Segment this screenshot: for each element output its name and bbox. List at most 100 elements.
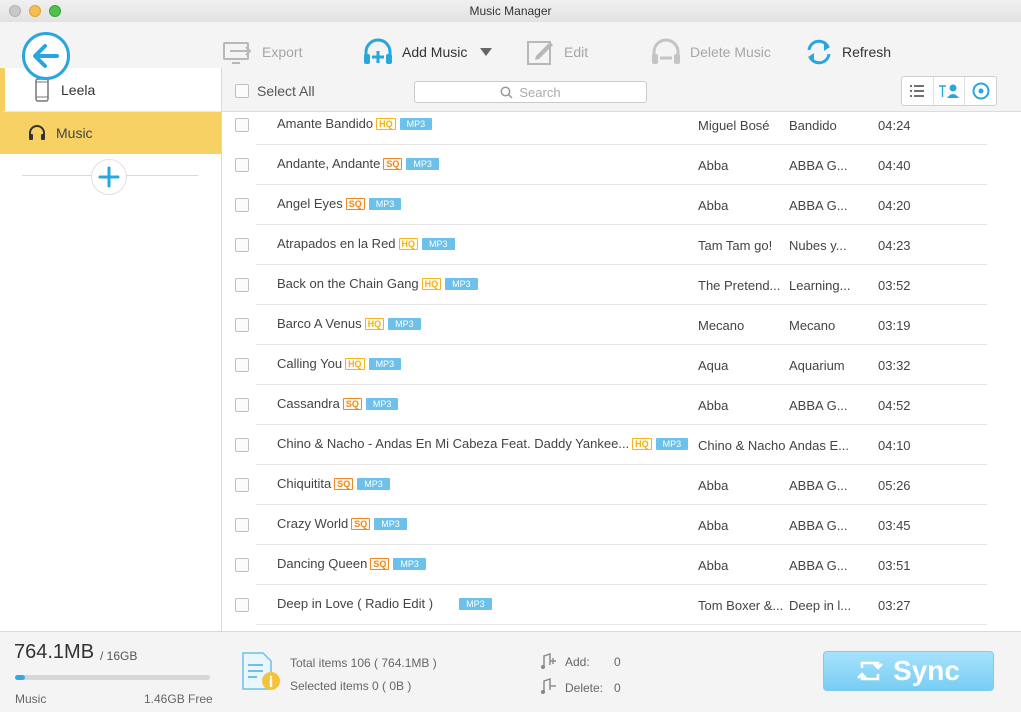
- row-checkbox[interactable]: [235, 238, 249, 252]
- add-music-label: Add Music: [402, 44, 468, 60]
- duration-cell: 03:27: [878, 598, 911, 613]
- format-badge: MP3: [393, 557, 426, 570]
- format-badge: MP3: [655, 437, 689, 450]
- duration-cell: 04:23: [878, 238, 911, 253]
- table-row[interactable]: Back on the Chain Gang HQ MP3 The Pretend..…: [222, 265, 1021, 305]
- table-row[interactable]: Deep in Love ( Radio Edit ) MP3 Tom Boxer …: [222, 585, 1021, 625]
- row-checkbox[interactable]: [235, 278, 249, 292]
- song-title: Amante Bandido: [277, 116, 374, 131]
- export-button[interactable]: Export: [222, 36, 302, 68]
- song-title-cell: Andante, Andante SQ MP3: [277, 156, 439, 171]
- table-row[interactable]: Atrapados en la Red HQ MP3 Tam Tam go! Nubes…: [222, 225, 1021, 265]
- quality-badge: SQ: [345, 197, 365, 210]
- format-badge: MP3: [374, 517, 407, 530]
- album-cell: ABBA G...: [789, 518, 848, 533]
- album-view-icon: [972, 82, 990, 100]
- add-music-button[interactable]: Add Music: [362, 36, 501, 68]
- table-row[interactable]: Amante Bandido HQ MP3 Miguel Bosé Bandido 04:…: [222, 105, 1021, 145]
- format-badge: MP3: [368, 197, 402, 210]
- back-button[interactable]: [22, 32, 70, 80]
- refresh-icon: [807, 39, 831, 65]
- table-row[interactable]: Barco A Venus HQ MP3 Mecano Mecano 03:19: [222, 305, 1021, 345]
- duration-cell: 04:20: [878, 198, 911, 213]
- row-checkbox[interactable]: [235, 118, 249, 132]
- duration-cell: 03:19: [878, 318, 911, 333]
- album-cell: Andas E...: [789, 438, 849, 453]
- search-input[interactable]: Search: [414, 81, 647, 103]
- duration-cell: 04:10: [878, 438, 911, 453]
- row-checkbox[interactable]: [235, 358, 249, 372]
- song-title-cell: Cassandra SQ MP3: [277, 396, 399, 411]
- maximize-window-button[interactable]: [49, 5, 61, 17]
- table-row[interactable]: Cassandra SQ MP3 Abba ABBA G... 04:52: [222, 385, 1021, 425]
- album-cell: ABBA G...: [789, 398, 848, 413]
- row-checkbox[interactable]: [235, 158, 249, 172]
- format-badge: MP3: [368, 357, 402, 370]
- song-title-cell: Back on the Chain Gang HQ MP3: [277, 276, 478, 291]
- artist-view-icon: [939, 84, 959, 98]
- storage-category: Music: [15, 692, 47, 706]
- close-window-button[interactable]: [9, 5, 21, 17]
- view-switcher: [901, 76, 997, 106]
- table-row[interactable]: Dancing Queen SQ MP3 Abba ABBA G... 03:51: [222, 545, 1021, 585]
- select-all[interactable]: Select All: [235, 83, 315, 99]
- table-row[interactable]: Andante, Andante SQ MP3 Abba ABBA G... 04:40: [222, 145, 1021, 185]
- album-cell: Deep in l...: [789, 598, 852, 613]
- format-badge: MP3: [422, 237, 455, 250]
- list-view-button[interactable]: [902, 77, 934, 105]
- edit-label: Edit: [564, 44, 589, 60]
- song-title: Chiquitita: [277, 476, 332, 491]
- music-add-icon: [541, 653, 556, 669]
- album-cell: Bandido: [789, 118, 837, 133]
- table-row[interactable]: Angel Eyes SQ MP3 Abba ABBA G... 04:20: [222, 185, 1021, 225]
- quality-badge: HQ: [398, 237, 419, 250]
- select-all-checkbox[interactable]: [235, 84, 249, 98]
- artist-cell: Tom Boxer &...: [698, 598, 784, 613]
- table-row[interactable]: Crazy World SQ MP3 Abba ABBA G... 03:45: [222, 505, 1021, 545]
- row-checkbox[interactable]: [235, 438, 249, 452]
- sync-button[interactable]: Sync: [823, 651, 994, 691]
- delete-music-icon: [652, 38, 680, 64]
- title-bar: Music Manager: [0, 0, 1021, 22]
- minimize-window-button[interactable]: [29, 5, 41, 17]
- refresh-button[interactable]: Refresh: [804, 36, 891, 68]
- delete-count-value: 0: [614, 681, 621, 695]
- row-checkbox[interactable]: [235, 518, 249, 532]
- edit-button[interactable]: Edit: [526, 36, 588, 68]
- format-badge: MP3: [445, 277, 478, 290]
- sync-label: Sync: [893, 655, 960, 686]
- quality-badge: SQ: [342, 397, 362, 410]
- song-title: Crazy World: [277, 516, 349, 531]
- artist-view-button[interactable]: [934, 77, 966, 105]
- edit-icon: [527, 41, 553, 65]
- album-view-button[interactable]: [965, 77, 996, 105]
- song-title-cell: Chino & Nacho - Andas En Mi Cabeza Feat.…: [277, 436, 689, 451]
- music-list-panel: Select All Search Amante Bandido HQ MP3 …: [222, 68, 1021, 631]
- song-title: Atrapados en la Red: [277, 236, 396, 251]
- row-checkbox[interactable]: [235, 398, 249, 412]
- quality-badge: HQ: [421, 277, 442, 290]
- row-checkbox[interactable]: [235, 598, 249, 612]
- chevron-down-icon[interactable]: [479, 47, 493, 57]
- row-checkbox[interactable]: [235, 478, 249, 492]
- song-title-cell: Calling You HQ MP3: [277, 356, 402, 371]
- duration-cell: 04:52: [878, 398, 911, 413]
- song-title: Back on the Chain Gang: [277, 276, 419, 291]
- quality-badge: SQ: [351, 517, 371, 530]
- row-checkbox[interactable]: [235, 198, 249, 212]
- add-count-label: Add:: [565, 655, 590, 669]
- song-title: Barco A Venus: [277, 316, 362, 331]
- table-row[interactable]: Chiquitita SQ MP3 Abba ABBA G... 05:26: [222, 465, 1021, 505]
- sidebar-item-music[interactable]: Music: [0, 112, 221, 154]
- list-view-icon: [910, 85, 925, 97]
- table-row[interactable]: Chino & Nacho - Andas En Mi Cabeza Feat.…: [222, 425, 1021, 465]
- song-title-cell: Atrapados en la Red HQ MP3: [277, 236, 455, 251]
- add-category-button[interactable]: [91, 159, 127, 195]
- table-row[interactable]: Calling You HQ MP3 Aqua Aquarium 03:32: [222, 345, 1021, 385]
- song-title-cell: Deep in Love ( Radio Edit ) MP3: [277, 596, 492, 611]
- duration-cell: 03:51: [878, 558, 911, 573]
- row-checkbox[interactable]: [235, 318, 249, 332]
- row-checkbox[interactable]: [235, 558, 249, 572]
- delete-music-button[interactable]: Delete Music: [650, 36, 771, 68]
- export-icon: [223, 42, 252, 64]
